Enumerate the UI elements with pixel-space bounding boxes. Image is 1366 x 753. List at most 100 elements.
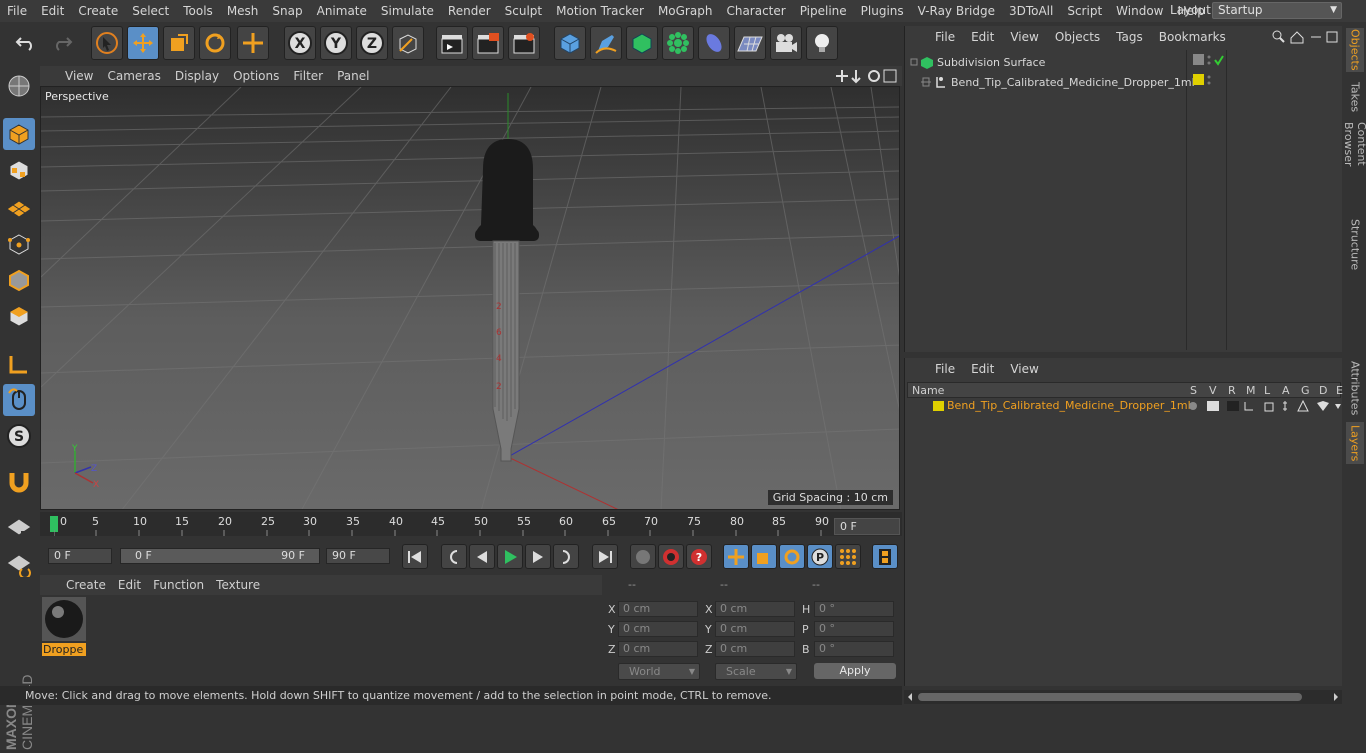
prev-frame-button[interactable] — [469, 544, 495, 569]
material-menu-texture[interactable]: Texture — [210, 578, 266, 592]
objects-menu-bookmarks[interactable]: Bookmarks — [1151, 30, 1234, 44]
play-button[interactable] — [497, 544, 523, 569]
viewport-menu-view[interactable]: View — [58, 69, 100, 83]
next-keyframe-button[interactable] — [553, 544, 579, 569]
add-cube-button[interactable] — [554, 26, 586, 60]
current-frame-field[interactable]: 0 F — [834, 518, 900, 535]
live-selection-button[interactable] — [91, 26, 123, 60]
timeline-window-button[interactable] — [872, 544, 898, 569]
object-manager-nav-icons[interactable] — [1271, 29, 1341, 45]
tab-takes[interactable]: Takes — [1346, 78, 1364, 116]
menu-sculpt[interactable]: Sculpt — [498, 4, 549, 18]
size-mode-dropdown[interactable]: Scale ▼ — [715, 663, 797, 680]
add-subdivision-button[interactable] — [626, 26, 658, 60]
undo-button[interactable] — [10, 26, 42, 60]
menu-select[interactable]: Select — [125, 4, 176, 18]
go-to-end-button[interactable] — [592, 544, 618, 569]
keyframe-selection-button[interactable]: ? — [686, 544, 712, 569]
snap-enable-button[interactable] — [3, 466, 35, 498]
coord-system-dropdown[interactable]: World ▼ — [618, 663, 700, 680]
size-x-field[interactable]: 0 cm — [715, 601, 795, 617]
viewport-menu-display[interactable]: Display — [168, 69, 226, 83]
object-row-dropper[interactable]: Bend_Tip_Calibrated_Medicine_Dropper_1ml — [921, 74, 1195, 90]
3d-viewport[interactable]: 2 6 4 2 Y ZX Perspective Grid Spacing : 1… — [40, 86, 900, 510]
transform-tool-button[interactable] — [237, 26, 269, 60]
object-row-subdivision[interactable]: Subdivision Surface — [909, 54, 1045, 70]
menu-pipeline[interactable]: Pipeline — [793, 4, 854, 18]
position-y-field[interactable]: 0 cm — [618, 621, 698, 637]
tab-structure[interactable]: Structure — [1346, 218, 1364, 272]
x-axis-button[interactable]: X — [284, 26, 316, 60]
layer-row[interactable]: Bend_Tip_Calibrated_Medicine_Dropper_1ml — [907, 398, 1341, 414]
start-frame-field[interactable]: 0 F — [48, 548, 112, 564]
rotate-tool-button[interactable] — [199, 26, 231, 60]
z-axis-button[interactable]: Z — [356, 26, 388, 60]
layers-menu-view[interactable]: View — [1002, 362, 1046, 376]
add-mograph-cloner-button[interactable] — [662, 26, 694, 60]
add-floor-button[interactable] — [734, 26, 766, 60]
rotation-b-field[interactable]: 0 ° — [814, 641, 894, 657]
make-editable-button[interactable] — [3, 70, 35, 102]
material-menu-create[interactable]: Create — [60, 578, 112, 592]
rotation-p-field[interactable]: 0 ° — [814, 621, 894, 637]
key-rotation-button[interactable] — [779, 544, 805, 569]
menu-character[interactable]: Character — [719, 4, 792, 18]
material-menu-edit[interactable]: Edit — [112, 578, 147, 592]
objects-menu-edit[interactable]: Edit — [963, 30, 1002, 44]
add-deformer-button[interactable] — [698, 26, 730, 60]
planar-workplane-button[interactable] — [3, 548, 35, 580]
rotation-h-field[interactable]: 0 ° — [814, 601, 894, 617]
viewport-menu-panel[interactable]: Panel — [330, 69, 376, 83]
autokey-button[interactable] — [658, 544, 684, 569]
menu-3dtoall[interactable]: 3DToAll — [1002, 4, 1060, 18]
viewport-menu-cameras[interactable]: Cameras — [100, 69, 167, 83]
menu-tools[interactable]: Tools — [176, 4, 220, 18]
menu-file[interactable]: File — [0, 4, 34, 18]
menu-create[interactable]: Create — [71, 4, 125, 18]
edges-mode-button[interactable] — [3, 264, 35, 296]
scale-tool-button[interactable] — [163, 26, 195, 60]
objects-menu-tags[interactable]: Tags — [1108, 30, 1151, 44]
workplane-mode-button[interactable] — [3, 190, 35, 222]
position-z-field[interactable]: 0 cm — [618, 641, 698, 657]
render-to-picture-viewer-button[interactable] — [472, 26, 504, 60]
render-view-button[interactable] — [436, 26, 468, 60]
objects-menu-objects[interactable]: Objects — [1047, 30, 1108, 44]
axis-mode-button[interactable] — [3, 348, 35, 380]
position-x-field[interactable]: 0 cm — [618, 601, 698, 617]
model-mode-button[interactable] — [3, 118, 35, 150]
add-camera-button[interactable] — [770, 26, 802, 60]
objects-menu-file[interactable]: File — [927, 30, 963, 44]
points-mode-button[interactable] — [3, 228, 35, 260]
tab-layers[interactable]: Layers — [1346, 422, 1364, 464]
menu-render[interactable]: Render — [441, 4, 498, 18]
viewport-menu-filter[interactable]: Filter — [286, 69, 330, 83]
menu-vray-bridge[interactable]: V-Ray Bridge — [911, 4, 1002, 18]
go-to-start-button[interactable] — [402, 544, 428, 569]
redo-button[interactable] — [46, 26, 78, 60]
next-frame-button[interactable] — [525, 544, 551, 569]
object-flags[interactable] — [1189, 50, 1227, 90]
menu-window[interactable]: Window — [1109, 4, 1170, 18]
end-frame-field[interactable]: 90 F — [326, 548, 390, 564]
menu-simulate[interactable]: Simulate — [374, 4, 441, 18]
layer-horizontal-scrollbar[interactable] — [904, 690, 1342, 704]
add-light-button[interactable] — [806, 26, 838, 60]
key-pla-button[interactable] — [835, 544, 861, 569]
record-keys-button[interactable] — [630, 544, 656, 569]
menu-animate[interactable]: Animate — [310, 4, 374, 18]
material-swatch[interactable]: Droppe — [42, 597, 86, 657]
frame-range-slider[interactable]: 0 F 90 F — [120, 548, 320, 564]
solo-button[interactable]: S — [3, 420, 35, 452]
key-position-button[interactable] — [723, 544, 749, 569]
apply-button[interactable]: Apply — [814, 663, 896, 679]
menu-edit[interactable]: Edit — [34, 4, 71, 18]
menu-plugins[interactable]: Plugins — [854, 4, 911, 18]
menu-motion-tracker[interactable]: Motion Tracker — [549, 4, 651, 18]
menu-script[interactable]: Script — [1060, 4, 1109, 18]
add-spline-pen-button[interactable] — [590, 26, 622, 60]
layers-menu-edit[interactable]: Edit — [963, 362, 1002, 376]
layout-select[interactable]: Startup ▼ — [1212, 2, 1342, 19]
render-settings-button[interactable] — [508, 26, 540, 60]
size-y-field[interactable]: 0 cm — [715, 621, 795, 637]
